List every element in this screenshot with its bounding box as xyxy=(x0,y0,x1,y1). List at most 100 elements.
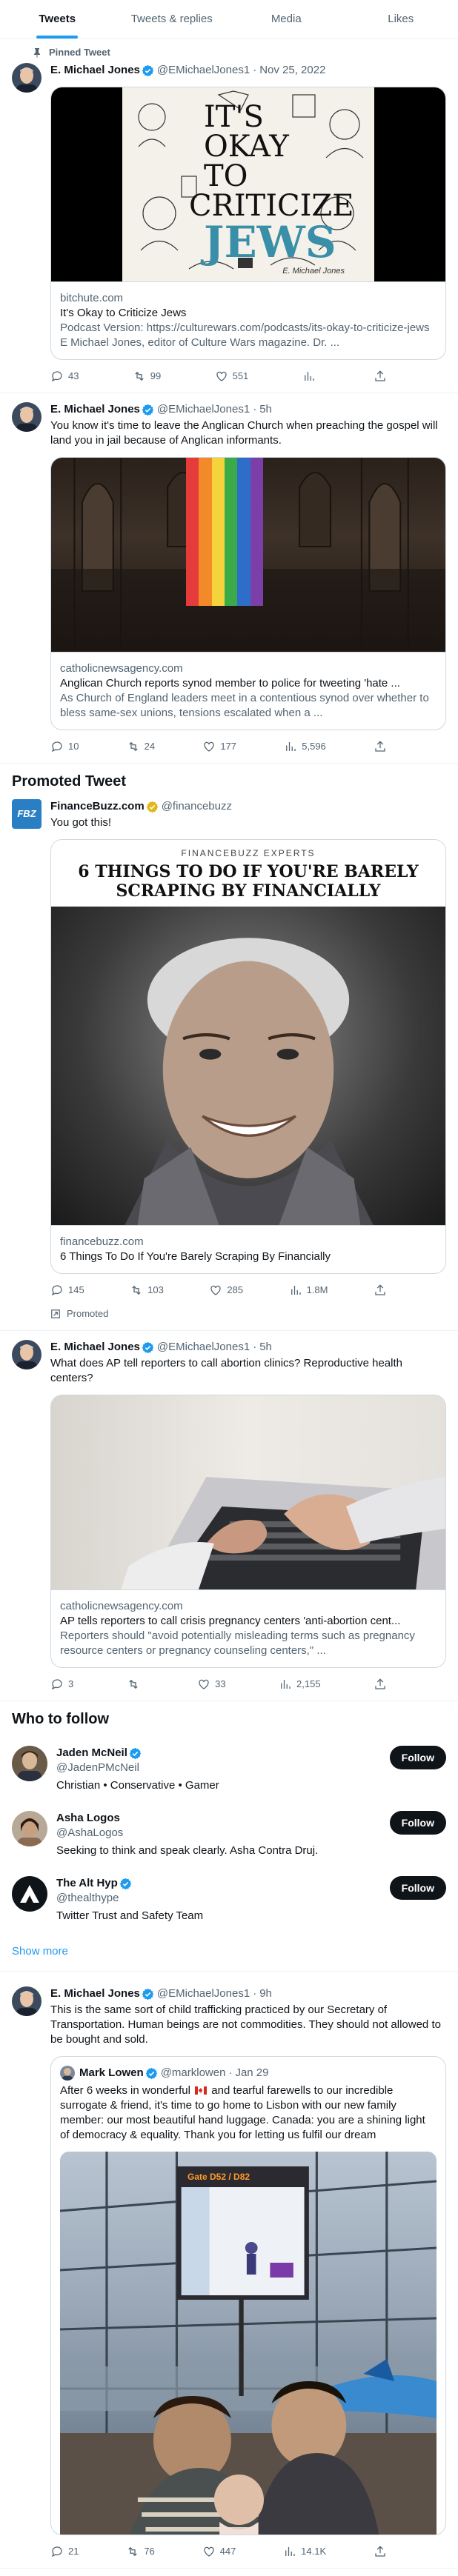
card-description: As Church of England leaders meet in a c… xyxy=(60,692,429,719)
retweet-button[interactable] xyxy=(127,1677,145,1692)
verified-badge-icon xyxy=(119,1878,132,1889)
show-more-link[interactable]: Show more xyxy=(0,1932,458,1972)
avatar[interactable] xyxy=(60,2066,75,2081)
user-handle[interactable]: @thealthype xyxy=(56,1891,390,1906)
tweet[interactable]: E. Michael Jones @EMichaelJones1 · 5h Wh… xyxy=(0,1331,458,1701)
retweet-button[interactable]: 24 xyxy=(127,739,155,754)
reply-icon xyxy=(51,741,62,753)
follow-suggestion[interactable]: The Alt Hyp @thealthype Twitter Trust an… xyxy=(0,1867,458,1932)
share-icon xyxy=(375,2546,385,2557)
card-domain: catholicnewsagency.com xyxy=(60,1600,183,1612)
quote-time[interactable]: Jan 29 xyxy=(235,2066,268,2081)
share-button[interactable] xyxy=(374,1283,391,1298)
retweet-button[interactable]: 103 xyxy=(130,1283,164,1298)
tab-label: Likes xyxy=(388,13,414,25)
author-handle[interactable]: @financebuzz xyxy=(162,799,232,814)
follow-button[interactable]: Follow xyxy=(389,1746,446,1769)
who-to-follow: Who to follow Jaden McNeil @JadenPMcNeil… xyxy=(0,1701,458,1972)
tab-label: Media xyxy=(271,13,302,25)
views-button[interactable] xyxy=(302,369,320,384)
author-handle[interactable]: @EMichaelJones1 xyxy=(157,1340,250,1355)
avatar[interactable] xyxy=(12,1876,47,1912)
avatar[interactable] xyxy=(12,1746,47,1781)
rainbow-flag-image xyxy=(186,458,263,606)
views-button[interactable]: 5,596 xyxy=(284,739,326,754)
tweet-time[interactable]: 9h xyxy=(259,1986,272,2001)
tab-tweets-replies[interactable]: Tweets & replies xyxy=(115,0,230,39)
advertiser-logo[interactable]: FBZ xyxy=(12,799,42,829)
follow-suggestion[interactable]: Asha Logos @AshaLogos Seeking to think a… xyxy=(0,1802,458,1867)
tweet-time[interactable]: 5h xyxy=(259,1340,272,1355)
avatar[interactable] xyxy=(12,1986,42,2016)
reply-button[interactable]: 3 xyxy=(50,1677,73,1692)
share-icon xyxy=(375,1284,385,1295)
follow-suggestion[interactable]: Jaden McNeil @JadenPMcNeil Christian • C… xyxy=(0,1737,458,1802)
retweet-button[interactable]: 99 xyxy=(133,369,161,384)
view-count: 14.1K xyxy=(301,2546,327,2557)
reply-button[interactable]: 10 xyxy=(50,739,79,754)
pin-icon xyxy=(34,48,40,58)
tweet-time[interactable]: Nov 25, 2022 xyxy=(259,63,325,78)
share-button[interactable] xyxy=(374,369,391,384)
tweet[interactable]: E. Michael Jones @EMichaelJones1 · 9h Th… xyxy=(0,1972,458,2569)
like-button[interactable]: 447 xyxy=(202,2544,236,2559)
avatar[interactable] xyxy=(12,1340,42,1369)
view-count: 2,155 xyxy=(296,1678,321,1689)
author-name[interactable]: E. Michael Jones xyxy=(50,63,140,78)
retweet-button[interactable]: 76 xyxy=(126,2544,155,2559)
tweet-time[interactable]: 5h xyxy=(259,402,272,417)
promoted-arrow-icon xyxy=(51,1309,60,1318)
share-button[interactable] xyxy=(374,739,391,754)
author-name[interactable]: E. Michael Jones xyxy=(50,1986,140,2001)
avatar[interactable] xyxy=(12,1811,47,1846)
link-card[interactable]: IT'S OKAY TO CRITICIZE JEWS E. Michael J… xyxy=(50,87,446,360)
user-handle[interactable]: @JadenPMcNeil xyxy=(56,1761,390,1775)
quote-author-handle[interactable]: @marklowen xyxy=(161,2066,226,2081)
tweet-pinned[interactable]: Pinned Tweet E. Michael Jones @EMichaelJ… xyxy=(0,39,458,393)
quote-author-name[interactable]: Mark Lowen xyxy=(79,2066,144,2081)
author-name[interactable]: E. Michael Jones xyxy=(50,402,140,417)
author-handle[interactable]: @EMichaelJones1 xyxy=(157,402,250,417)
follow-button[interactable]: Follow xyxy=(389,1876,446,1900)
tab-likes[interactable]: Likes xyxy=(344,0,458,39)
author-name[interactable]: E. Michael Jones xyxy=(50,1340,140,1355)
tab-tweets[interactable]: Tweets xyxy=(0,0,115,39)
views-button[interactable]: 2,155 xyxy=(279,1677,321,1692)
share-button[interactable] xyxy=(374,1677,391,1692)
quote-text-part: After 6 weeks in wonderful xyxy=(60,2084,194,2097)
reply-button[interactable]: 21 xyxy=(50,2544,79,2559)
promoted-tweet[interactable]: FBZ FinanceBuzz.com @financebuzz You got… xyxy=(0,799,458,1331)
verified-badge-icon xyxy=(142,1988,154,2000)
like-button[interactable]: 285 xyxy=(209,1283,243,1298)
like-button[interactable]: 177 xyxy=(202,739,236,754)
avatar[interactable] xyxy=(12,63,42,93)
views-chart-icon xyxy=(304,372,314,381)
ad-card[interactable]: FINANCEBUZZ EXPERTS 6 THINGS TO DO IF YO… xyxy=(50,839,446,1274)
like-button[interactable]: 33 xyxy=(197,1677,226,1692)
link-card[interactable]: catholicnewsagency.com AP tells reporter… xyxy=(50,1395,446,1668)
tab-media[interactable]: Media xyxy=(229,0,344,39)
follow-button[interactable]: Follow xyxy=(389,1811,446,1835)
views-button[interactable]: 1.8M xyxy=(289,1283,328,1298)
reply-button[interactable]: 43 xyxy=(50,369,79,384)
user-name[interactable]: Asha Logos xyxy=(56,1811,120,1826)
tweet[interactable]: E. Michael Jones @EMichaelJones1 · 5h Yo… xyxy=(0,393,458,764)
tweet-actions: 10 24 177 5,596 xyxy=(50,739,391,754)
user-name[interactable]: The Alt Hyp xyxy=(56,1876,118,1891)
like-button[interactable]: 551 xyxy=(215,369,248,384)
author-handle[interactable]: @EMichaelJones1 xyxy=(157,63,250,78)
user-handle[interactable]: @AshaLogos xyxy=(56,1826,390,1841)
reply-button[interactable]: 145 xyxy=(50,1283,84,1298)
link-card[interactable]: catholicnewsagency.com Anglican Church r… xyxy=(50,457,446,730)
avatar[interactable] xyxy=(12,402,42,432)
author-handle[interactable]: @EMichaelJones1 xyxy=(157,1986,250,2001)
share-button[interactable] xyxy=(374,2544,391,2559)
tweet-header: E. Michael Jones @EMichaelJones1 · 9h xyxy=(50,1986,446,2001)
views-button[interactable]: 14.1K xyxy=(283,2544,326,2559)
views-chart-icon xyxy=(286,742,296,751)
quoted-tweet[interactable]: Mark Lowen @marklowen · Jan 29 After 6 w… xyxy=(50,2056,446,2535)
user-name[interactable]: Jaden McNeil xyxy=(56,1746,127,1761)
heart-icon xyxy=(199,1679,209,1689)
heart-icon xyxy=(204,741,214,752)
author-name[interactable]: FinanceBuzz.com xyxy=(50,799,145,814)
